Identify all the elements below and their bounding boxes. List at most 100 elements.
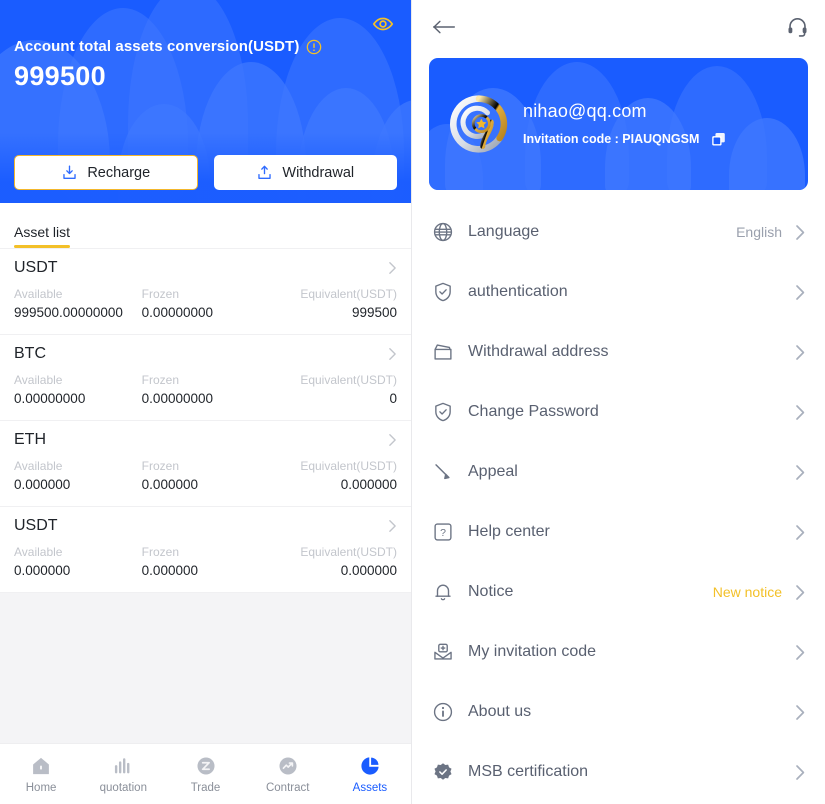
asset-row-columns: Available 0.00000000 Frozen 0.00000000 E…: [14, 372, 397, 409]
menu-item-label: MSB certification: [468, 763, 589, 780]
assets-panel: Account total assets conversion(USDT) 99…: [0, 0, 412, 804]
equivalent-value: 0.000000: [340, 563, 398, 578]
asset-row-columns: Available 0.000000 Frozen 0.000000 Equiv…: [14, 544, 397, 581]
profile-card[interactable]: nihao@qq.com Invitation code : PIAUQNGSM: [429, 58, 808, 190]
chevron-right-icon: [389, 348, 396, 360]
withdrawal-button[interactable]: Withdrawal: [213, 155, 397, 190]
chevron-right-icon: [796, 764, 805, 780]
back-arrow-icon[interactable]: [432, 17, 456, 37]
eye-icon[interactable]: [369, 10, 397, 38]
tab-contract[interactable]: Contract: [247, 744, 329, 804]
available-label: Available: [14, 287, 63, 301]
wallet-icon: [434, 344, 452, 360]
hero-body: Account total assets conversion(USDT) 99…: [0, 0, 411, 92]
menu-item-language[interactable]: Language English: [412, 202, 825, 262]
copy-icon[interactable]: [710, 131, 727, 148]
asset-row-columns: Available 999500.00000000 Frozen 0.00000…: [14, 286, 397, 323]
hero-title-row: Account total assets conversion(USDT): [14, 38, 397, 55]
trade-circle-icon: [196, 756, 215, 775]
shield-check-icon: [435, 402, 451, 422]
chevron-right-icon: [796, 284, 805, 300]
profile-email: nihao@qq.com: [523, 100, 647, 121]
menu-item-msb-certification[interactable]: MSB certification: [412, 742, 825, 802]
chevron-right-icon: [796, 344, 805, 360]
notice-badge: New notice: [712, 584, 782, 600]
swirl-star-avatar-icon: [450, 95, 508, 153]
invitation-code-text: Invitation code : PIAUQNGSM: [523, 132, 700, 146]
table-row[interactable]: USDT Available 0.000000 Frozen 0.000000 …: [0, 507, 411, 593]
equivalent-label: Equivalent(USDT): [300, 545, 398, 559]
menu-item-label: My invitation code: [468, 643, 597, 660]
asset-equivalent-col: Equivalent(USDT) 999500: [269, 286, 397, 323]
menu-item-label: Withdrawal address: [468, 343, 609, 360]
headset-icon[interactable]: [786, 15, 809, 38]
tab-home[interactable]: Home: [0, 744, 82, 804]
asset-available-col: Available 0.00000000: [14, 372, 142, 409]
total-assets-amount: 999500: [14, 61, 106, 91]
available-value: 999500.00000000: [14, 305, 123, 320]
menu-item-label: Language: [468, 223, 540, 240]
tab-trade[interactable]: Trade: [164, 744, 246, 804]
available-label: Available: [14, 373, 63, 387]
tab-quotation[interactable]: quotation: [82, 744, 164, 804]
frozen-value: 0.000000: [141, 563, 198, 578]
info-circle-icon[interactable]: [306, 39, 322, 55]
chevron-right-icon: [796, 524, 805, 540]
menu-item-change-password[interactable]: Change Password: [412, 382, 825, 442]
language-value: English: [736, 224, 782, 240]
menu-item-my-invitation-code[interactable]: My invitation code: [412, 622, 825, 682]
bottom-tabbar: Home quotation Trade Contract Assets: [0, 743, 411, 804]
envelope-plus-icon: [434, 643, 452, 660]
equivalent-label: Equivalent(USDT): [300, 287, 398, 301]
menu-item-label: About us: [468, 703, 532, 720]
menu-item-authentication[interactable]: authentication: [412, 262, 825, 322]
tab-contract-label: Contract: [265, 781, 310, 794]
chevron-right-icon: [796, 464, 805, 480]
menu-item-withdrawal-address[interactable]: Withdrawal address: [412, 322, 825, 382]
chevron-right-icon: [389, 262, 396, 274]
bar-chart-icon: [115, 757, 130, 773]
equivalent-label: Equivalent(USDT): [300, 373, 398, 387]
asset-symbol: ETH: [14, 431, 46, 448]
asset-frozen-col: Frozen 0.00000000: [142, 286, 270, 323]
menu-item-label: Appeal: [468, 463, 518, 480]
available-label: Available: [14, 459, 63, 473]
available-value: 0.000000: [14, 563, 71, 578]
profile-panel: nihao@qq.com Invitation code : PIAUQNGSM: [412, 0, 825, 804]
upload-tray-icon: [258, 165, 272, 179]
menu-item-help-center[interactable]: ? Help center: [412, 502, 825, 562]
empty-area: [0, 593, 411, 743]
asset-row-header: BTC: [14, 345, 397, 363]
table-row[interactable]: USDT Available 999500.00000000 Frozen 0.…: [0, 249, 411, 335]
tab-asset-list[interactable]: Asset list: [14, 224, 71, 248]
download-tray-icon: [63, 165, 77, 179]
menu-item-about-us[interactable]: About us: [412, 682, 825, 742]
asset-symbol: BTC: [14, 345, 46, 362]
tab-assets-label: Assets: [352, 781, 388, 794]
pen-icon: [435, 464, 450, 480]
frozen-label: Frozen: [141, 545, 180, 559]
chevron-right-icon: [796, 224, 805, 240]
recharge-label: Recharge: [87, 164, 151, 181]
asset-row-header: USDT: [14, 517, 397, 535]
menu-item-appeal[interactable]: Appeal: [412, 442, 825, 502]
table-row[interactable]: ETH Available 0.000000 Frozen 0.000000 E…: [0, 421, 411, 507]
frozen-label: Frozen: [141, 287, 180, 301]
asset-frozen-col: Frozen 0.00000000: [142, 372, 270, 409]
frozen-value: 0.000000: [141, 477, 198, 492]
menu-item-notice[interactable]: Notice New notice: [412, 562, 825, 622]
table-row[interactable]: BTC Available 0.00000000 Frozen 0.000000…: [0, 335, 411, 421]
app-screen: Account total assets conversion(USDT) 99…: [0, 0, 825, 804]
asset-available-col: Available 0.000000: [14, 458, 142, 495]
home-icon: [33, 757, 49, 774]
contract-trend-icon: [279, 756, 297, 775]
available-label: Available: [14, 545, 63, 559]
settings-menu: Language English authentication Withdraw…: [412, 202, 825, 802]
frozen-value: 0.00000000: [141, 305, 213, 320]
recharge-button[interactable]: Recharge: [14, 155, 198, 190]
badge-check-icon: [434, 763, 452, 780]
available-value: 0.00000000: [14, 391, 86, 406]
tab-assets[interactable]: Assets: [329, 744, 411, 804]
chevron-right-icon: [796, 584, 805, 600]
asset-symbol: USDT: [14, 259, 58, 276]
